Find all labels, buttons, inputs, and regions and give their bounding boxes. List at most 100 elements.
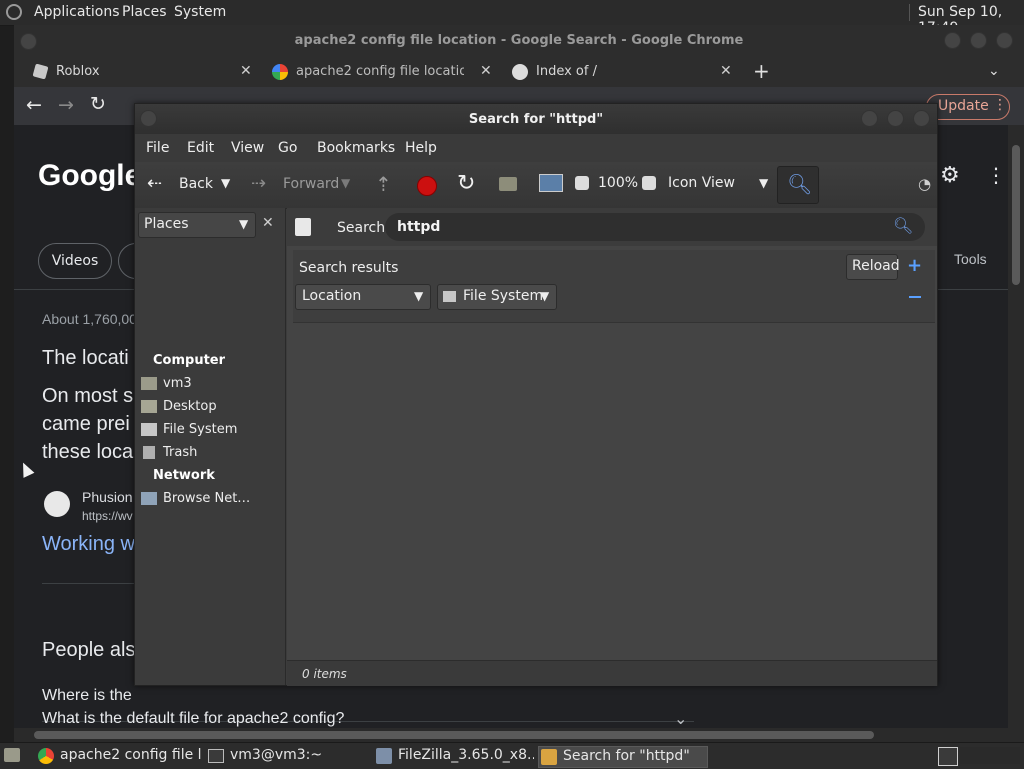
filter-value-label: File System <box>463 288 544 304</box>
sidebar-places-select[interactable]: Places ▼ <box>138 212 256 238</box>
back-dropdown-icon[interactable]: ▼ <box>221 176 230 190</box>
maximize-icon[interactable] <box>970 32 987 49</box>
tools-button[interactable]: Tools <box>954 251 987 267</box>
stop-icon[interactable] <box>417 176 437 196</box>
reload-icon[interactable]: ↻ <box>457 171 475 196</box>
tab-index-of[interactable]: Index of / ✕ <box>506 57 736 87</box>
forward-button[interactable]: ⇢ Forward ▼ <box>247 170 357 200</box>
system-menu[interactable]: System <box>174 4 226 20</box>
site-url[interactable]: https://wv <box>82 509 133 523</box>
close-tab-icon[interactable]: ✕ <box>720 63 732 79</box>
zoom-out-icon[interactable] <box>575 176 589 190</box>
close-tab-icon[interactable]: ✕ <box>480 63 492 79</box>
globe-icon <box>512 64 528 80</box>
tab-search-chevron-icon[interactable]: ⌄ <box>988 63 1000 79</box>
google-icon <box>272 64 288 80</box>
tab-apache2-search[interactable]: apache2 config file location - Go ✕ <box>266 57 496 87</box>
settings-gear-icon[interactable]: ⚙ <box>940 163 960 188</box>
taskbar-item-terminal[interactable]: vm3@vm3:~ <box>206 746 366 766</box>
search-go-icon[interactable]: 🔍︎ <box>893 216 913 235</box>
workspace-area[interactable] <box>960 747 1020 764</box>
chrome-titlebar[interactable]: apache2 config file location - Google Se… <box>14 25 1024 57</box>
filter-type-select[interactable]: Location ▼ <box>295 284 431 310</box>
menu-go[interactable]: Go <box>278 140 297 156</box>
remove-criterion-icon[interactable] <box>909 296 921 298</box>
expand-chevron-icon[interactable]: ⌄ <box>674 709 687 728</box>
horizontal-scrollbar[interactable] <box>14 728 1024 742</box>
reload-button[interactable]: Reload <box>846 254 900 280</box>
taskbar-item-filezilla[interactable]: FileZilla_3.65.0_x8... <box>374 746 534 766</box>
taskbar-item-search[interactable]: Search for "httpd" <box>538 746 708 768</box>
zoom-in-icon[interactable] <box>642 176 656 190</box>
maximize-icon[interactable] <box>887 110 904 127</box>
menu-edit[interactable]: Edit <box>187 140 214 156</box>
scrollbar-thumb[interactable] <box>34 731 874 739</box>
site-name[interactable]: Phusion <box>82 489 133 505</box>
computer-icon[interactable] <box>539 174 563 192</box>
add-criterion-icon[interactable]: + <box>907 255 922 276</box>
sidebar-header-network: Network <box>153 468 215 483</box>
reload-label: Reload <box>852 258 900 274</box>
google-logo[interactable]: Google <box>38 159 141 193</box>
filter-value-select[interactable]: File System ▼ <box>437 284 557 310</box>
sidebar-item-browse-network[interactable]: Browse Net… <box>141 491 251 506</box>
chip-videos[interactable]: Videos <box>38 243 112 279</box>
applications-menu[interactable]: Applications <box>34 4 120 20</box>
edit-query-icon[interactable] <box>295 218 311 236</box>
sidebar-item-filesystem[interactable]: File System <box>141 422 237 437</box>
menu-help[interactable]: Help <box>405 140 437 156</box>
back-button[interactable]: ⇠ Back ▼ <box>143 170 241 200</box>
forward-dropdown-icon[interactable]: ▼ <box>341 176 350 190</box>
show-desktop-icon[interactable] <box>4 748 20 762</box>
chrome-window-title: apache2 config file location - Google Se… <box>294 33 744 48</box>
trash-icon <box>143 446 155 459</box>
new-tab-button[interactable]: + <box>753 59 770 83</box>
view-mode-select[interactable]: Icon View ▼ <box>665 172 773 198</box>
vertical-scrollbar[interactable] <box>1008 125 1024 728</box>
close-icon[interactable] <box>996 32 1013 49</box>
search-bar: Search: httpd 🔍︎ <box>287 208 937 246</box>
desktop-folder-icon <box>141 400 157 413</box>
sidebar-item-label: Browse Net… <box>163 491 251 506</box>
workspace-switcher-icon[interactable] <box>938 747 958 766</box>
forward-arrow-icon[interactable]: → <box>58 94 74 116</box>
update-button[interactable]: Update ⋮ <box>926 94 1010 120</box>
result-link[interactable]: Working w <box>42 533 135 556</box>
sidebar-item-label: Trash <box>163 445 198 460</box>
tab-label: Index of / <box>536 64 597 79</box>
zoom-level[interactable]: 100% <box>598 175 638 191</box>
question-1[interactable]: Where is the <box>42 687 132 705</box>
minimize-icon[interactable] <box>861 110 878 127</box>
scrollbar-thumb[interactable] <box>1012 145 1020 285</box>
back-arrow-icon[interactable]: ← <box>26 94 42 116</box>
menu-file[interactable]: File <box>146 140 169 156</box>
home-icon[interactable] <box>499 177 517 191</box>
minimize-icon[interactable] <box>944 32 961 49</box>
taskbar-item-chrome[interactable]: apache2 config file l... <box>36 746 202 766</box>
file-manager-titlebar[interactable]: Search for "httpd" <box>135 104 937 134</box>
apps-grid-icon[interactable]: ⋮⋮ <box>986 163 1008 187</box>
sidebar-item-trash[interactable]: Trash <box>143 445 198 460</box>
back-label: Back <box>179 176 213 192</box>
tab-label: Roblox <box>56 64 100 79</box>
up-arrow-icon[interactable]: ⇡ <box>375 172 392 196</box>
reload-icon[interactable]: ↻ <box>90 93 106 115</box>
tab-roblox[interactable]: Roblox ✕ <box>26 57 256 87</box>
search-toggle-button[interactable]: 🔍︎ <box>777 166 819 204</box>
menu-bookmarks[interactable]: Bookmarks <box>317 140 395 156</box>
sidebar-item-vm3[interactable]: vm3 <box>141 376 192 391</box>
chevron-down-icon: ▼ <box>540 289 550 303</box>
snippet-heading: The locati <box>42 347 129 369</box>
sidebar-item-desktop[interactable]: Desktop <box>141 399 217 414</box>
close-sidebar-icon[interactable]: ✕ <box>262 215 274 231</box>
places-menu[interactable]: Places <box>122 4 167 20</box>
search-folder-icon <box>541 749 557 765</box>
close-icon[interactable] <box>913 110 930 127</box>
menu-view[interactable]: View <box>231 140 264 156</box>
search-input[interactable]: httpd 🔍︎ <box>385 213 925 241</box>
gnome-foot-icon[interactable] <box>6 4 22 20</box>
taskbar-item-label: FileZilla_3.65.0_x8... <box>398 747 534 763</box>
close-tab-icon[interactable]: ✕ <box>240 63 252 79</box>
question-2[interactable]: What is the default file for apache2 con… <box>42 710 344 728</box>
kebab-menu-icon[interactable]: ⋮ <box>993 97 1007 113</box>
